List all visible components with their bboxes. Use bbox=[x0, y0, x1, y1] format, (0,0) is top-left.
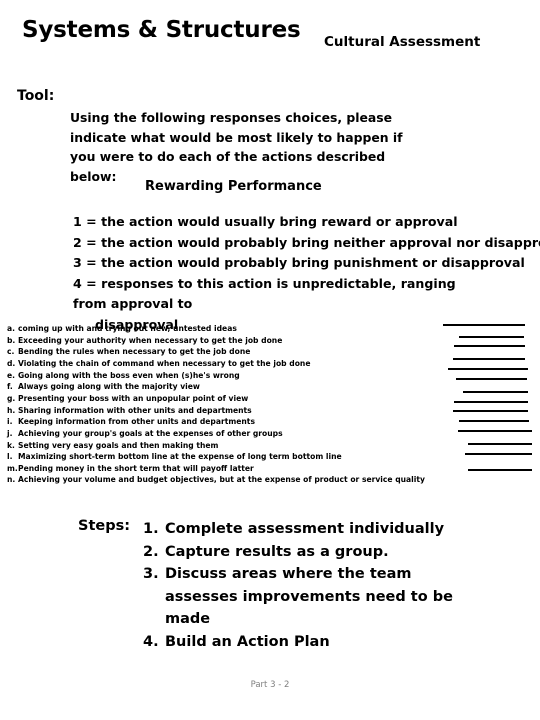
assessment-item-row: e. Going along with the boss even when (s… bbox=[7, 370, 240, 382]
assessment-item-row: g. Presenting your boss with an unpopular… bbox=[7, 393, 248, 405]
assessment-item-letter: e. bbox=[7, 370, 16, 380]
scale-option-key: 1 bbox=[73, 214, 82, 229]
assessment-item-text: Exceeding your authority when necessary … bbox=[18, 335, 283, 345]
assessment-item-row: j. Achieving your group's goals at the ex… bbox=[7, 428, 283, 440]
assessment-item-letter: h. bbox=[7, 405, 16, 415]
assessment-item-text: Bending the rules when necessary to get … bbox=[18, 347, 251, 357]
scale-option: 1 = the action would usually bring rewar… bbox=[73, 212, 493, 233]
scale-option-text: the action would probably bring neither … bbox=[101, 234, 540, 250]
assessment-item-letter: b. bbox=[7, 335, 16, 345]
assessment-item-letter: k. bbox=[7, 440, 15, 450]
footer-slide-number: Part 3 - 2 bbox=[250, 680, 290, 690]
answer-blank-line[interactable] bbox=[465, 453, 532, 455]
assessment-item-row: c. Bending the rules when necessary to ge… bbox=[7, 346, 250, 358]
answer-blank-line[interactable] bbox=[454, 401, 528, 403]
slide-canvas: Systems & Structures Cultural Assessment… bbox=[0, 0, 540, 720]
scale-option-key: 4 bbox=[73, 275, 82, 291]
assessment-item-row: f. Always going along with the majority v… bbox=[7, 381, 200, 393]
assessment-item-row: n. Achieving your volume and budget objec… bbox=[7, 474, 425, 486]
step-item: 4. Build an Action Plan bbox=[143, 631, 473, 654]
step-item: 2. Capture results as a group. bbox=[143, 541, 473, 564]
answer-blank-line[interactable] bbox=[459, 420, 529, 422]
assessment-item-row: l. Maximizing short-term bottom line at t… bbox=[7, 451, 342, 463]
assessment-item-text: Keeping information from other units and… bbox=[18, 417, 255, 427]
step-item: 3. Discuss areas where the team assesses… bbox=[143, 563, 473, 631]
tool-instructions-text: Using the following responses choices, p… bbox=[70, 110, 403, 184]
assessment-item-letter: m. bbox=[7, 463, 18, 473]
scale-option-equals: = bbox=[86, 255, 97, 270]
assessment-item-text: Going along with the boss even when (s)h… bbox=[18, 370, 240, 380]
assessment-item-text: coming up with and trying out new, untes… bbox=[18, 324, 237, 333]
assessment-item-letter: c. bbox=[7, 347, 15, 357]
assessment-item-row: k. Setting very easy goals and then makin… bbox=[7, 440, 218, 452]
assessment-item-text: Pending money in the short term that wil… bbox=[18, 463, 254, 473]
scale-option: 3 = the action would probably bring puni… bbox=[73, 253, 525, 274]
assessment-item-letter: i. bbox=[7, 417, 13, 427]
steps-list: 1. Complete assessment individually 2. C… bbox=[143, 518, 473, 653]
answer-blank-line[interactable] bbox=[448, 368, 528, 370]
assessment-item-text: Presenting your boss with an unpopular p… bbox=[18, 393, 249, 403]
answer-blank-line[interactable] bbox=[463, 391, 528, 393]
assessment-item-row: h. Sharing information with other units a… bbox=[7, 405, 252, 417]
scale-option-equals: = bbox=[86, 214, 97, 229]
assessment-item-row: i. Keeping information from other units a… bbox=[7, 416, 255, 428]
step-text: Discuss areas where the team assesses im… bbox=[165, 566, 453, 627]
assessment-item-text: Sharing information with other units and… bbox=[18, 405, 252, 415]
step-text: Complete assessment individually bbox=[165, 521, 445, 537]
answer-blank-line[interactable] bbox=[454, 345, 525, 347]
assessment-items-area: a. coming up with and trying out new, unt… bbox=[0, 320, 540, 490]
assessment-item-text: Maximizing short-term bottom line at the… bbox=[18, 452, 342, 462]
answer-blank-line[interactable] bbox=[456, 378, 527, 380]
step-text: Build an Action Plan bbox=[165, 633, 330, 650]
assessment-item-letter: f. bbox=[7, 382, 13, 392]
step-number: 1. bbox=[143, 521, 159, 537]
assessment-item-letter: g. bbox=[7, 393, 16, 403]
answer-blank-line[interactable] bbox=[468, 469, 532, 471]
tool-label: Tool: bbox=[17, 88, 55, 104]
assessment-item-letter: n. bbox=[7, 475, 16, 485]
scale-option-key: 2 bbox=[73, 234, 82, 250]
step-number: 4. bbox=[143, 633, 159, 650]
assessment-item-text: Always going along with the majority vie… bbox=[18, 382, 200, 392]
assessment-item-letter: d. bbox=[7, 358, 16, 368]
assessment-item-letter: j. bbox=[7, 428, 13, 438]
page-subtitle: Cultural Assessment bbox=[324, 34, 481, 50]
assessment-item-text: Setting very easy goals and then making … bbox=[18, 440, 219, 450]
assessment-item-text: Achieving your volume and budget objecti… bbox=[18, 475, 425, 485]
assessment-item-text: Violating the chain of command when nece… bbox=[18, 358, 311, 368]
step-text: Capture results as a group. bbox=[165, 543, 389, 560]
answer-blank-line[interactable] bbox=[458, 430, 532, 432]
scale-option-text: the action would probably bring punishme… bbox=[101, 255, 525, 270]
assessment-item-row: b. Exceeding your authority when necessar… bbox=[7, 335, 282, 347]
answer-blank-line[interactable] bbox=[459, 336, 524, 338]
answer-blank-line[interactable] bbox=[453, 410, 528, 412]
assessment-item-row: m.Pending money in the short term that w… bbox=[7, 463, 254, 475]
step-item: 1. Complete assessment individually bbox=[143, 518, 473, 541]
page-title: Systems & Structures bbox=[22, 17, 301, 43]
scale-option-text: the action would usually bring reward or… bbox=[101, 214, 458, 229]
rating-scale-legend: 1 = the action would usually bring rewar… bbox=[73, 212, 540, 335]
scale-option-text: responses to this action is unpredictabl… bbox=[73, 275, 456, 312]
steps-label: Steps: bbox=[78, 518, 131, 534]
assessment-item-text: Achieving your group's goals at the expe… bbox=[18, 428, 283, 438]
answer-blank-line[interactable] bbox=[468, 443, 532, 445]
scale-option-equals: = bbox=[86, 234, 97, 250]
scale-option: 2 = the action would probably bring neit… bbox=[73, 233, 540, 254]
assessment-item-row: d. Violating the chain of command when ne… bbox=[7, 358, 310, 370]
assessment-item-letter: l. bbox=[7, 452, 13, 462]
answer-blank-line[interactable] bbox=[453, 358, 525, 360]
assessment-item-row: a. coming up with and trying out new, unt… bbox=[7, 323, 237, 335]
scale-option-key: 3 bbox=[73, 255, 82, 270]
answer-blank-line[interactable] bbox=[443, 324, 525, 326]
step-number: 2. bbox=[143, 543, 159, 560]
assessment-item-letter: a. bbox=[7, 324, 16, 333]
step-number: 3. bbox=[143, 566, 159, 582]
section-heading-rewarding-performance: Rewarding Performance bbox=[145, 179, 322, 194]
scale-option-equals: = bbox=[86, 275, 97, 291]
